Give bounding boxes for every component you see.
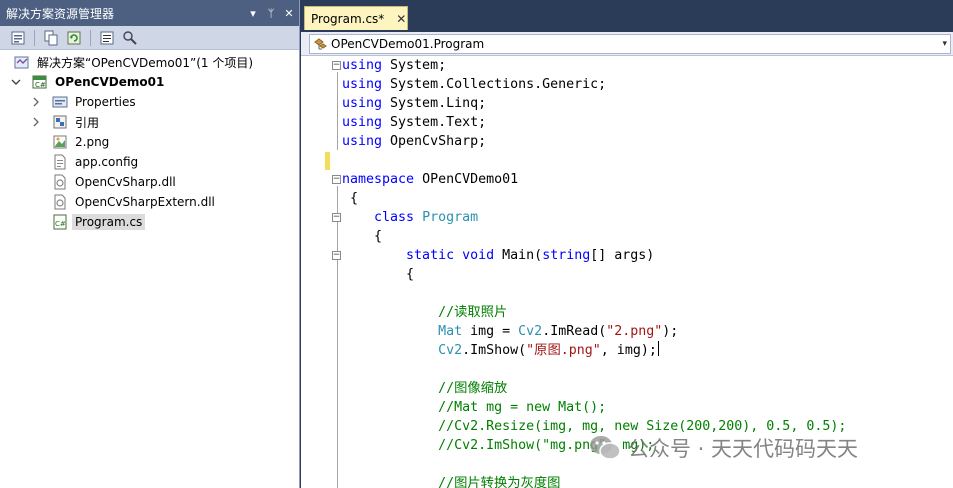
pin-icon[interactable]: ᛘ: [263, 7, 279, 20]
outline-guide: [337, 186, 338, 488]
image-file-icon: [52, 134, 68, 150]
config-file-icon: [52, 154, 68, 170]
code-line: //图像缩放: [438, 381, 508, 396]
type-dropdown-value: OPenCVDemo01.Program: [331, 37, 485, 51]
solution-explorer-title-bar: 解决方案资源管理器 ▾ ᛘ ✕: [0, 0, 299, 26]
dll-file-icon: [52, 194, 68, 210]
window-position-dropdown-icon[interactable]: ▾: [245, 7, 261, 20]
code-line: Mat img = Cv2.ImRead("2.png");: [438, 324, 679, 339]
refresh-icon[interactable]: [64, 29, 84, 47]
close-panel-icon[interactable]: ✕: [281, 7, 297, 20]
code-editor[interactable]: − − − − using System; using System.Colle…: [301, 56, 953, 488]
toolbar-separator: [34, 29, 35, 46]
solution-explorer-panel: 解决方案资源管理器 ▾ ᛘ ✕ 解决方案“OPenCVDemo01”(1 个项目…: [0, 0, 300, 488]
code-line: {: [342, 229, 383, 244]
tree-node-program-cs[interactable]: C# Program.cs: [52, 212, 146, 232]
dll-file-label: OpenCvSharp.dll: [75, 175, 176, 189]
tree-node-app-config[interactable]: app.config: [52, 152, 141, 172]
tree-node-project[interactable]: C# OPenCVDemo01: [32, 72, 167, 92]
references-label: 引用: [75, 115, 100, 130]
outline-guide: [337, 72, 338, 150]
code-line: {: [342, 191, 359, 206]
code-line: namespace OPenCVDemo01: [342, 172, 519, 187]
tree-node-opencvsharp-dll[interactable]: OpenCvSharp.dll: [52, 172, 179, 192]
collapse-region-icon[interactable]: −: [332, 251, 341, 260]
expand-arrow-icon[interactable]: [30, 96, 42, 108]
collapse-region-icon[interactable]: −: [332, 175, 341, 184]
properties-icon: [52, 94, 68, 110]
svg-text:C#: C#: [35, 81, 46, 89]
toolbar-separator: [90, 29, 91, 46]
code-line: //Mat mg = new Mat();: [438, 400, 607, 415]
dll-file-icon: [52, 174, 68, 190]
collapse-arrow-icon[interactable]: [10, 76, 22, 88]
type-dropdown[interactable]: OPenCVDemo01.Program ▾: [309, 34, 951, 54]
text-caret: [657, 341, 659, 356]
chevron-down-icon[interactable]: ▾: [942, 39, 947, 49]
collapse-region-icon[interactable]: −: [332, 213, 341, 222]
solution-explorer-title: 解决方案资源管理器: [6, 6, 115, 21]
solution-explorer-toolbar: [0, 26, 299, 50]
csharp-file-icon: C#: [52, 214, 68, 230]
svg-text:C#: C#: [55, 220, 66, 228]
watermark-text: 公众号 · 天天代码码天天: [628, 437, 859, 461]
editor-tab-strip: Program.cs* ✕: [301, 0, 953, 32]
config-file-label: app.config: [75, 155, 139, 169]
properties-label: Properties: [75, 95, 136, 109]
solution-label: 解决方案“OPenCVDemo01”(1 个项目): [37, 55, 254, 70]
collapse-region-icon[interactable]: −: [332, 61, 341, 70]
tab-program-cs[interactable]: Program.cs* ✕: [304, 6, 408, 30]
class-diagram-icon[interactable]: [120, 29, 140, 47]
code-line: using System.Text;: [342, 115, 487, 130]
expand-arrow-icon[interactable]: [30, 116, 42, 128]
code-line: using OpenCvSharp;: [342, 134, 487, 149]
csharp-project-icon: C#: [32, 74, 48, 90]
code-line: static void Main(string[] args): [406, 248, 655, 263]
project-label: OPenCVDemo01: [55, 75, 165, 89]
tree-node-solution[interactable]: 解决方案“OPenCVDemo01”(1 个项目): [14, 52, 256, 72]
tree-node-properties[interactable]: Properties: [52, 92, 139, 112]
code-line: Cv2.ImShow("原图.png", img);: [438, 341, 659, 358]
view-code-icon[interactable]: [97, 29, 117, 47]
properties-toolbar-icon[interactable]: [8, 29, 28, 47]
close-tab-icon[interactable]: ✕: [396, 12, 406, 26]
code-line: using System;: [342, 58, 447, 73]
code-line: using System.Linq;: [342, 96, 487, 111]
image-file-label: 2.png: [75, 135, 110, 149]
program-cs-label: Program.cs: [72, 214, 146, 230]
code-line: class Program: [374, 210, 479, 225]
tree-node-opencvsharpextern-dll[interactable]: OpenCvSharpExtern.dll: [52, 192, 218, 212]
references-icon: [52, 114, 68, 130]
tree-node-references[interactable]: 引用: [52, 112, 102, 132]
dll-file-label: OpenCvSharpExtern.dll: [75, 195, 215, 209]
tree-node-2-png[interactable]: 2.png: [52, 132, 112, 152]
code-line: {: [342, 267, 415, 282]
show-all-files-icon[interactable]: [41, 29, 61, 47]
watermark: 公众号 · 天天代码码天天: [588, 433, 858, 463]
code-line: //读取照片: [438, 305, 508, 320]
wechat-icon: [588, 433, 622, 463]
code-line: //图片转换为灰度图: [438, 476, 561, 488]
navigation-bar: OPenCVDemo01.Program ▾: [301, 32, 953, 56]
code-line: using System.Collections.Generic;: [342, 77, 607, 92]
solution-icon: [14, 54, 30, 70]
changed-line-marker: [325, 152, 330, 170]
tab-label: Program.cs*: [311, 11, 385, 26]
class-icon: [313, 36, 329, 52]
